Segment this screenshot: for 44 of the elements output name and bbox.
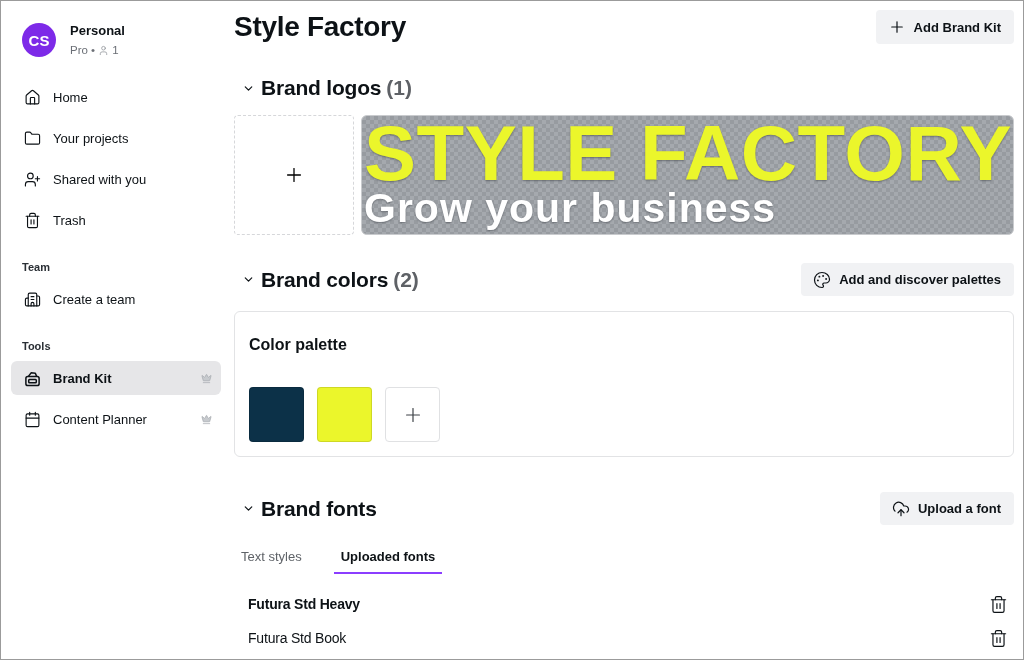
- section-label: Tools: [21, 339, 51, 353]
- add-color-button[interactable]: [385, 387, 440, 442]
- upload-font-button[interactable]: Upload a font: [879, 492, 1014, 525]
- person-icon: [98, 44, 110, 56]
- add-brand-kit-button[interactable]: Add Brand Kit: [875, 10, 1014, 44]
- kit-box-icon: [24, 369, 41, 387]
- trash-icon: [24, 211, 41, 229]
- color-swatch-icon[interactable]: [249, 387, 304, 442]
- color-swatch-icon[interactable]: [317, 387, 372, 442]
- palette-icon: [813, 270, 832, 289]
- section-title: Brand colors: [261, 266, 389, 293]
- font-name: Futura Std Heavy: [248, 596, 360, 612]
- trash-icon[interactable]: [989, 594, 1008, 614]
- section-count: (1): [386, 75, 412, 101]
- calendar-icon: [24, 410, 41, 428]
- logo-title: STYLE FACTORY: [364, 120, 1012, 186]
- palette-title: Color palette: [249, 335, 347, 355]
- building-icon: [24, 290, 41, 308]
- nav-item[interactable]: Shared with you: [11, 162, 221, 196]
- section-title: Brand logos: [261, 75, 382, 101]
- account-name: Personal: [70, 22, 125, 40]
- logo-tagline: Grow your business: [364, 186, 777, 230]
- nav-item[interactable]: Brand Kit: [11, 361, 221, 395]
- nav-item[interactable]: Create a team: [11, 282, 221, 316]
- avatar[interactable]: CS: [22, 23, 56, 57]
- plan-label: Pro •: [70, 43, 96, 58]
- tab[interactable]: Text styles: [234, 541, 309, 574]
- nav-item[interactable]: Home: [11, 80, 221, 114]
- discover-palettes-button[interactable]: Add and discover palettes: [801, 263, 1014, 296]
- section-label: Team: [21, 260, 50, 274]
- cloud-upload-icon: [891, 499, 910, 518]
- page-title: Style Factory: [234, 10, 406, 44]
- trash-icon[interactable]: [989, 628, 1008, 648]
- house-icon: [24, 88, 41, 106]
- member-count: 1: [112, 43, 119, 58]
- nav-item[interactable]: Content Planner: [11, 402, 221, 436]
- nav-item[interactable]: Your projects: [11, 121, 221, 155]
- font-name: Futura Std Book: [248, 630, 347, 646]
- nav-item[interactable]: Trash: [11, 203, 221, 237]
- folder-icon: [24, 129, 41, 147]
- tab[interactable]: Uploaded fonts: [333, 541, 443, 574]
- section-title: Brand fonts: [261, 495, 377, 522]
- section-count: (2): [393, 266, 419, 293]
- person-plus-icon: [24, 170, 41, 188]
